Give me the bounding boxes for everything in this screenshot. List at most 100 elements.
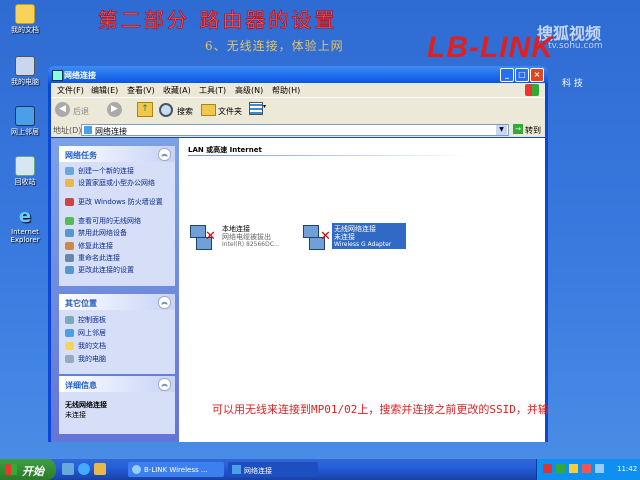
connection-local[interactable]: ✕ 本地连接 网络电缆被拔出 Intel(R) 82566DC... xyxy=(188,223,294,251)
desktop-icon-label: Internet Explorer xyxy=(10,228,40,244)
computer-icon xyxy=(65,355,74,363)
system-tray: 11:42 xyxy=(536,459,640,480)
connection-wireless-name: 无线网络连接 xyxy=(334,225,376,233)
search-label: 搜索 xyxy=(177,107,193,116)
minimize-button[interactable]: _ xyxy=(500,68,514,82)
tray-volume-icon[interactable] xyxy=(595,464,604,473)
desktop-icon-my-computer[interactable]: 我的电脑 xyxy=(2,56,48,86)
task-label: 更改 Windows 防火墙设置 xyxy=(78,198,163,206)
menu-tools[interactable]: 工具(T) xyxy=(199,85,226,96)
collapse-chevron-icon[interactable]: ︽ xyxy=(158,148,171,161)
menu-bar: 文件(F) 编辑(E) 查看(V) 收藏(A) 工具(T) 高级(N) 帮助(H… xyxy=(51,83,545,97)
up-folder-icon: ↑ xyxy=(137,102,153,117)
view-tiles-icon xyxy=(249,102,263,115)
other-places-title: 其它位置 xyxy=(65,299,97,308)
task-label: 设置家庭或小型办公网络 xyxy=(78,179,155,187)
windows-logo-icon xyxy=(525,84,539,96)
address-input[interactable]: 网络连接 ▼ xyxy=(81,124,509,136)
disconnected-x-icon: ✕ xyxy=(205,229,216,244)
close-button[interactable]: × xyxy=(530,68,544,82)
control-panel-icon xyxy=(65,316,74,324)
other-places-header[interactable]: 其它位置 ︽ xyxy=(59,294,175,310)
place-label: 我的文档 xyxy=(78,342,106,350)
window-title: 网络连接 xyxy=(64,71,96,80)
view-mode-button[interactable]: ▾ xyxy=(249,102,269,117)
go-label: 转到 xyxy=(525,126,541,135)
start-button[interactable]: 开始 xyxy=(0,459,56,480)
taskbar: 开始 B-LINK Wireless ... 网络连接 11:42 xyxy=(0,459,640,480)
desktop-icon-recycle-bin[interactable]: 回收站 xyxy=(2,156,48,186)
tray-icon-1[interactable] xyxy=(543,464,552,473)
disable-device-icon xyxy=(65,229,74,237)
desktop-icon-network-places[interactable]: 网上邻居 xyxy=(2,106,48,136)
menu-help[interactable]: 帮助(H) xyxy=(272,85,300,96)
tray-network-x-icon[interactable] xyxy=(582,464,591,473)
quicklaunch-desktop-icon[interactable] xyxy=(62,463,74,475)
start-label: 开始 xyxy=(22,465,44,478)
network-connections-window: 网络连接 _ □ × 文件(F) 编辑(E) 查看(V) 收藏(A) 工具(T)… xyxy=(48,66,548,442)
tray-icon-3[interactable] xyxy=(569,464,578,473)
taskbar-item-blink[interactable]: B-LINK Wireless ... xyxy=(128,462,224,477)
section-divider xyxy=(188,155,468,156)
computer-icon xyxy=(15,56,35,76)
content-area: 网络任务 ︽ 创建一个新的连接 设置家庭或小型办公网络 更改 Windows 防… xyxy=(51,138,545,442)
network-places-icon xyxy=(65,329,74,337)
network-connections-icon xyxy=(84,126,92,134)
maximize-button[interactable]: □ xyxy=(515,68,529,82)
firewall-icon xyxy=(65,198,74,206)
connection-local-name: 本地连接 xyxy=(222,225,250,233)
collapse-chevron-icon[interactable]: ︽ xyxy=(158,378,171,391)
menu-edit[interactable]: 编辑(E) xyxy=(91,85,118,96)
details-name: 无线网络连接 xyxy=(65,401,107,409)
task-label: 禁用此网络设备 xyxy=(78,229,127,237)
home-network-icon xyxy=(65,179,74,187)
place-label: 网上邻居 xyxy=(78,329,106,337)
back-label: 后退 xyxy=(73,107,89,116)
desktop-icon-label: 我的文档 xyxy=(11,26,39,34)
search-button[interactable]: 搜索 xyxy=(159,102,199,118)
go-button[interactable]: → 转到 xyxy=(513,124,543,135)
folders-icon xyxy=(201,104,216,116)
connection-local-status: 网络电缆被拔出 xyxy=(222,233,271,241)
network-tasks-header[interactable]: 网络任务 ︽ xyxy=(59,146,175,162)
brand-suffix: 科 技 xyxy=(562,79,583,89)
menu-view[interactable]: 查看(V) xyxy=(127,85,155,96)
address-dropdown-button[interactable]: ▼ xyxy=(496,125,507,135)
folder-icon xyxy=(15,4,35,24)
menu-file[interactable]: 文件(F) xyxy=(57,85,84,96)
address-label: 地址(D) xyxy=(53,126,82,135)
task-pane: 网络任务 ︽ 创建一个新的连接 设置家庭或小型办公网络 更改 Windows 防… xyxy=(51,138,179,442)
lesson-subtitle: 6、无线连接，体验上网 xyxy=(205,39,344,53)
window-titlebar[interactable]: 网络连接 _ □ × xyxy=(48,66,548,83)
new-connection-icon xyxy=(65,167,74,175)
quicklaunch-media-icon[interactable] xyxy=(94,463,106,475)
quicklaunch-ie-icon[interactable] xyxy=(78,463,90,475)
address-bar: 地址(D) 网络连接 ▼ → 转到 xyxy=(51,122,545,137)
window-icon xyxy=(52,70,63,81)
tray-icon-2[interactable] xyxy=(556,464,565,473)
forward-button[interactable]: ▶ xyxy=(107,102,131,118)
task-label: 查看可用的无线网络 xyxy=(78,217,141,225)
desktop-icon-internet-explorer[interactable]: e Internet Explorer xyxy=(2,208,48,245)
desktop-icon-label: 我的电脑 xyxy=(11,78,39,86)
clock[interactable]: 11:42 xyxy=(617,465,637,473)
folders-button[interactable]: 文件夹 xyxy=(201,102,245,118)
taskbar-item-network-connections[interactable]: 网络连接 xyxy=(228,462,318,477)
back-arrow-icon: ◀ xyxy=(55,102,70,117)
details-status: 未连接 xyxy=(65,411,86,419)
task-label: 创建一个新的连接 xyxy=(78,167,134,175)
task-label: 更改此连接的设置 xyxy=(78,266,134,274)
collapse-chevron-icon[interactable]: ︽ xyxy=(158,296,171,309)
blink-app-icon xyxy=(132,465,141,474)
connection-wireless[interactable]: ✕ 无线网络连接 未连接 Wireless G Adapter xyxy=(303,223,411,251)
back-button[interactable]: ◀ 后退 xyxy=(55,102,103,118)
menu-favorites[interactable]: 收藏(A) xyxy=(163,85,191,96)
network-places-icon xyxy=(15,106,35,126)
place-label: 我的电脑 xyxy=(78,355,106,363)
desktop-icon-my-documents[interactable]: 我的文档 xyxy=(2,4,48,34)
up-folder-button[interactable]: ↑ xyxy=(137,102,153,118)
details-header[interactable]: 详细信息 ︽ xyxy=(59,376,175,392)
menu-advanced[interactable]: 高级(N) xyxy=(235,85,263,96)
connection-wireless-device: Wireless G Adapter xyxy=(334,241,392,248)
other-places-panel: 其它位置 ︽ 控制面板 网上邻居 我的文档 我的电脑 xyxy=(59,294,175,374)
